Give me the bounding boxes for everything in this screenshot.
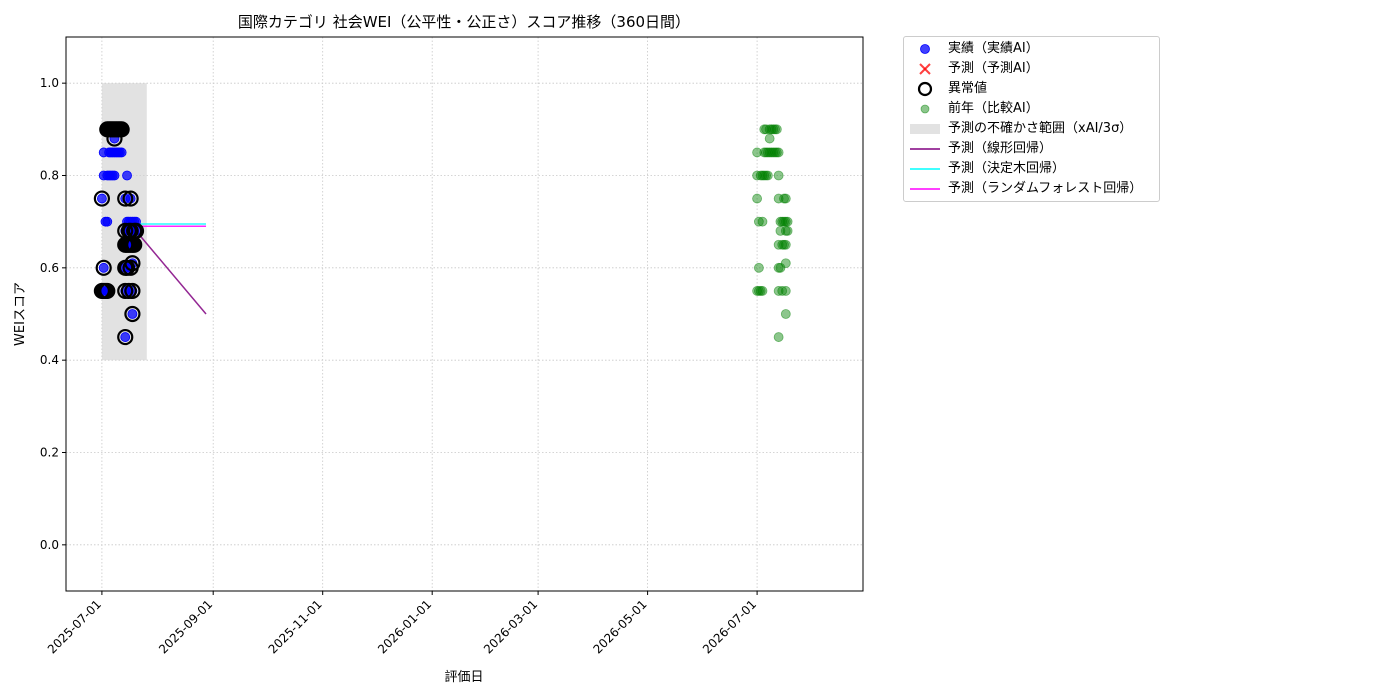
y-tick-label: 0.4 <box>40 353 59 367</box>
legend-label: 前年（比較AI） <box>948 101 1039 116</box>
previous-year-point <box>753 262 764 273</box>
x-tick-label: 2026-01-01 <box>375 597 434 656</box>
legend-symbol <box>908 141 942 157</box>
legend-item-forecast: 予測（予測AI） <box>904 59 1159 79</box>
previous-year-point <box>762 170 773 181</box>
y-axis-label: WEIスコア <box>13 282 28 346</box>
legend-label: 予測（決定木回帰） <box>948 161 1066 176</box>
legend-symbol <box>908 61 942 77</box>
actual-point <box>122 170 132 181</box>
plot-frame <box>65 36 864 592</box>
legend-symbol <box>908 121 942 137</box>
actual-point <box>120 332 131 342</box>
legend-item-uncertainty: 予測の不確かさ範囲（xAI/3σ） <box>904 119 1159 139</box>
x-tick-label: 2026-07-01 <box>700 597 759 656</box>
y-tick-label: 0.8 <box>40 169 59 183</box>
previous-year-point <box>780 258 791 269</box>
actual-point <box>116 147 127 158</box>
x-tick-label: 2026-05-01 <box>590 597 649 656</box>
legend-label: 予測の不確かさ範囲（xAI/3σ） <box>948 121 1133 136</box>
legend-label: 異常値 <box>948 81 988 96</box>
x-tick-label: 2025-09-01 <box>156 597 215 656</box>
legend-item-anomaly: 異常値 <box>904 79 1159 99</box>
legend-symbol <box>908 101 942 117</box>
ticks-layer: 0.0 0.2 0.4 0.6 0.8 1.0 2025-07-01 2025-09-01 20… <box>40 76 759 656</box>
actual-point <box>102 216 113 227</box>
legend-label: 予測（ランダムフォレスト回帰） <box>948 181 1143 196</box>
x-tick-label: 2025-11-01 <box>266 597 325 656</box>
points-layer <box>93 121 793 346</box>
legend-item-decision-tree: 予測（決定木回帰） <box>904 159 1159 179</box>
previous-year-point <box>780 239 791 250</box>
actual-point <box>127 309 138 319</box>
previous-year-point <box>773 170 784 181</box>
y-tick-label: 0.6 <box>40 261 59 275</box>
x-tick-label: 2026-03-01 <box>481 597 540 656</box>
previous-year-point <box>780 193 791 204</box>
grid-layer <box>66 37 863 591</box>
previous-year-point <box>757 216 768 227</box>
legend-symbol <box>908 161 942 177</box>
legend: 実績（実績AI） 予測（予測AI） 異常値前年（比較AI） 予測の不確かさ範囲（xAI… <box>903 36 1160 202</box>
previous-year-point <box>773 147 784 158</box>
legend-symbol <box>908 81 942 97</box>
previous-year-point <box>757 286 768 296</box>
previous-year-point <box>771 124 782 135</box>
chart-title: 国際カテゴリ 社会WEI（公平性・公正さ）スコア推移（360日間） <box>238 13 690 31</box>
legend-label: 実績（実績AI） <box>948 41 1039 56</box>
actual-point <box>109 170 120 181</box>
chart: 0.0 0.2 0.4 0.6 0.8 1.0 2025-07-01 2025-09-01 20… <box>13 13 864 685</box>
legend-item-actual: 実績（実績AI） <box>904 39 1159 59</box>
previous-year-point <box>782 225 793 236</box>
previous-year-point <box>780 286 791 296</box>
previous-year-point <box>780 309 791 319</box>
legend-symbol <box>908 41 942 57</box>
previous-year-point <box>773 332 784 342</box>
y-tick-label: 0.0 <box>40 538 59 552</box>
legend-label: 予測（線形回帰） <box>948 141 1053 156</box>
previous-year-point <box>752 193 762 204</box>
actual-point <box>98 262 109 273</box>
legend-item-random-forest: 予測（ランダムフォレスト回帰） <box>904 179 1159 199</box>
legend-label: 予測（予測AI） <box>948 61 1039 76</box>
legend-item-linear: 予測（線形回帰） <box>904 139 1159 159</box>
legend-symbol <box>908 181 942 197</box>
x-axis-label: 評価日 <box>444 670 483 685</box>
y-tick-label: 1.0 <box>40 76 59 90</box>
previous-year-point <box>764 133 775 144</box>
y-tick-label: 0.2 <box>40 446 59 460</box>
legend-item-previous-year: 前年（比較AI） <box>904 99 1159 119</box>
previous-year-point <box>782 216 793 227</box>
actual-point <box>97 193 107 204</box>
x-tick-label: 2025-07-01 <box>45 597 104 656</box>
